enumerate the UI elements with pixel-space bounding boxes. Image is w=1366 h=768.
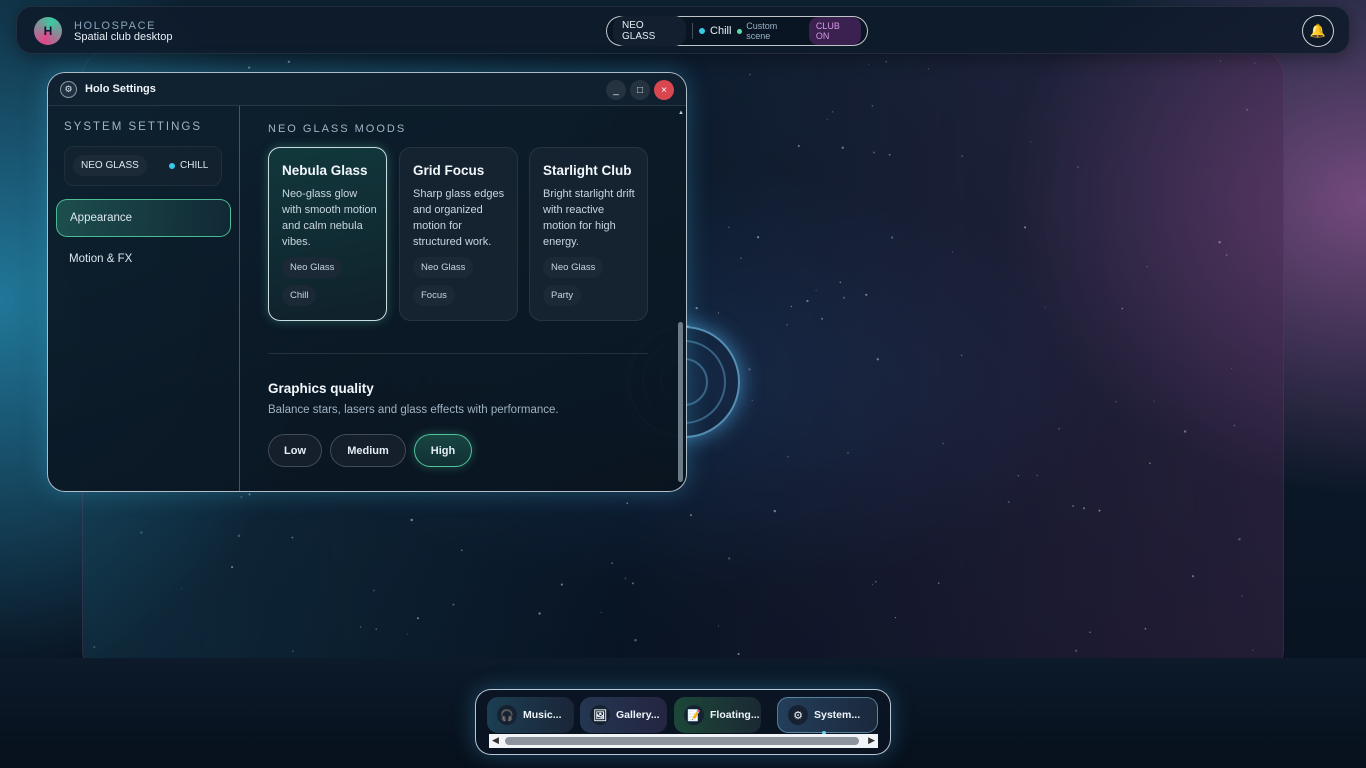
graphics-quality-desc: Balance stars, lasers and glass effects …: [268, 404, 559, 416]
mood-tag: Neo Glass: [282, 257, 343, 278]
mood-dot-icon: [699, 28, 706, 34]
scroll-right-icon[interactable]: ▶: [868, 735, 875, 746]
mood-tag: Party: [543, 285, 582, 306]
app-dock: 🎧 Music... 🖼 Gallery... 📝 Floating... ⚙ …: [475, 689, 891, 755]
sidebar-heading: SYSTEM SETTINGS: [64, 121, 202, 133]
mood-tag: Neo Glass: [413, 257, 474, 278]
section-divider: [268, 353, 648, 354]
bell-icon[interactable]: 🔔: [1302, 15, 1334, 47]
sidebar-status-box: NEO GLASS CHILL: [64, 146, 222, 186]
dock-item-system[interactable]: ⚙ System...: [777, 697, 878, 735]
avatar[interactable]: H: [34, 17, 62, 45]
dock-scrollbar[interactable]: ◀ ▶: [489, 734, 878, 748]
dock-item-gallery[interactable]: 🖼 Gallery...: [580, 697, 667, 733]
mood-card-nebula-glass[interactable]: Nebula Glass Neo-glass glow with smooth …: [268, 147, 387, 321]
mood-card-title: Starlight Club: [543, 163, 632, 178]
sidebar-item-motion-fx[interactable]: Motion & FX: [56, 241, 231, 279]
content-scrollbar[interactable]: ▲: [678, 110, 684, 482]
theme-badge: NEO GLASS: [613, 16, 687, 46]
settings-content: NEO GLASS MOODS Nebula Glass Neo-glass g…: [240, 106, 686, 491]
window-titlebar[interactable]: ⚙ Holo Settings _ □ ×: [48, 73, 686, 106]
dock-scroll-thumb[interactable]: [505, 737, 859, 745]
sidebar-mood-chip: CHILL: [169, 160, 208, 171]
holo-settings-window: ⚙ Holo Settings _ □ × SYSTEM SETTINGS NE…: [47, 72, 687, 492]
note-icon: 📝: [684, 705, 704, 725]
dock-item-music[interactable]: 🎧 Music...: [487, 697, 574, 733]
scroll-left-icon[interactable]: ◀: [492, 735, 499, 746]
image-icon: 🖼: [590, 705, 610, 725]
dock-item-label: Gallery...: [616, 709, 660, 721]
brand-tagline: Spatial club desktop: [74, 31, 173, 43]
mood-card-desc: Bright starlight drift with reactive mot…: [543, 188, 635, 248]
close-button[interactable]: ×: [654, 80, 674, 100]
mood-card-desc: Sharp glass edges and organized motion f…: [413, 188, 505, 248]
settings-sidebar: SYSTEM SETTINGS NEO GLASS CHILL Appearan…: [48, 106, 240, 491]
mood-label: Chill: [710, 25, 732, 37]
headphones-icon: 🎧: [497, 705, 517, 725]
club-badge: CLUB ON: [808, 17, 861, 45]
mood-card-starlight-club[interactable]: Starlight Club Bright starlight drift wi…: [529, 147, 648, 321]
minimize-button[interactable]: _: [606, 80, 626, 100]
quality-high-button[interactable]: High: [414, 434, 472, 467]
status-pill[interactable]: NEO GLASS Chill Custom scene CLUB ON: [606, 16, 868, 46]
scene-status: Custom scene: [737, 21, 800, 41]
dock-item-label: System...: [814, 709, 861, 721]
dock-item-floating[interactable]: 📝 Floating...: [674, 697, 761, 733]
mood-tag: Focus: [413, 285, 455, 306]
gear-icon: ⚙: [788, 705, 808, 725]
top-bar: H HOLOSPACE Spatial club desktop NEO GLA…: [16, 6, 1350, 54]
scene-dot-icon: [737, 28, 743, 34]
window-title: Holo Settings: [85, 83, 156, 95]
quality-low-button[interactable]: Low: [268, 434, 322, 467]
status-divider: [692, 23, 694, 39]
maximize-button[interactable]: □: [630, 80, 650, 100]
dock-item-label: Music...: [523, 709, 562, 721]
mood-card-desc: Neo-glass glow with smooth motion and ca…: [282, 188, 377, 248]
dock-item-label: Floating...: [710, 709, 760, 721]
mood-card-grid-focus[interactable]: Grid Focus Sharp glass edges and organiz…: [399, 147, 518, 321]
mood-card-title: Nebula Glass: [282, 163, 368, 178]
mood-dot-icon: [169, 162, 175, 169]
sidebar-item-appearance[interactable]: Appearance: [56, 199, 231, 237]
scroll-up-icon[interactable]: ▲: [678, 110, 684, 116]
quality-medium-button[interactable]: Medium: [330, 434, 406, 467]
mood-tag: Neo Glass: [543, 257, 604, 278]
mood-tag: Chill: [282, 285, 317, 306]
graphics-quality-title: Graphics quality: [268, 381, 374, 396]
scene-label: Custom scene: [746, 21, 778, 41]
sidebar-theme-chip: NEO GLASS: [73, 155, 147, 176]
moods-heading: NEO GLASS MOODS: [268, 123, 407, 135]
gear-icon: ⚙: [60, 81, 77, 98]
sidebar-mood-label: CHILL: [180, 160, 209, 171]
mood-status: Chill: [699, 25, 731, 37]
avatar-letter: H: [43, 24, 53, 38]
scroll-thumb[interactable]: [678, 322, 683, 482]
mood-card-title: Grid Focus: [413, 163, 485, 178]
